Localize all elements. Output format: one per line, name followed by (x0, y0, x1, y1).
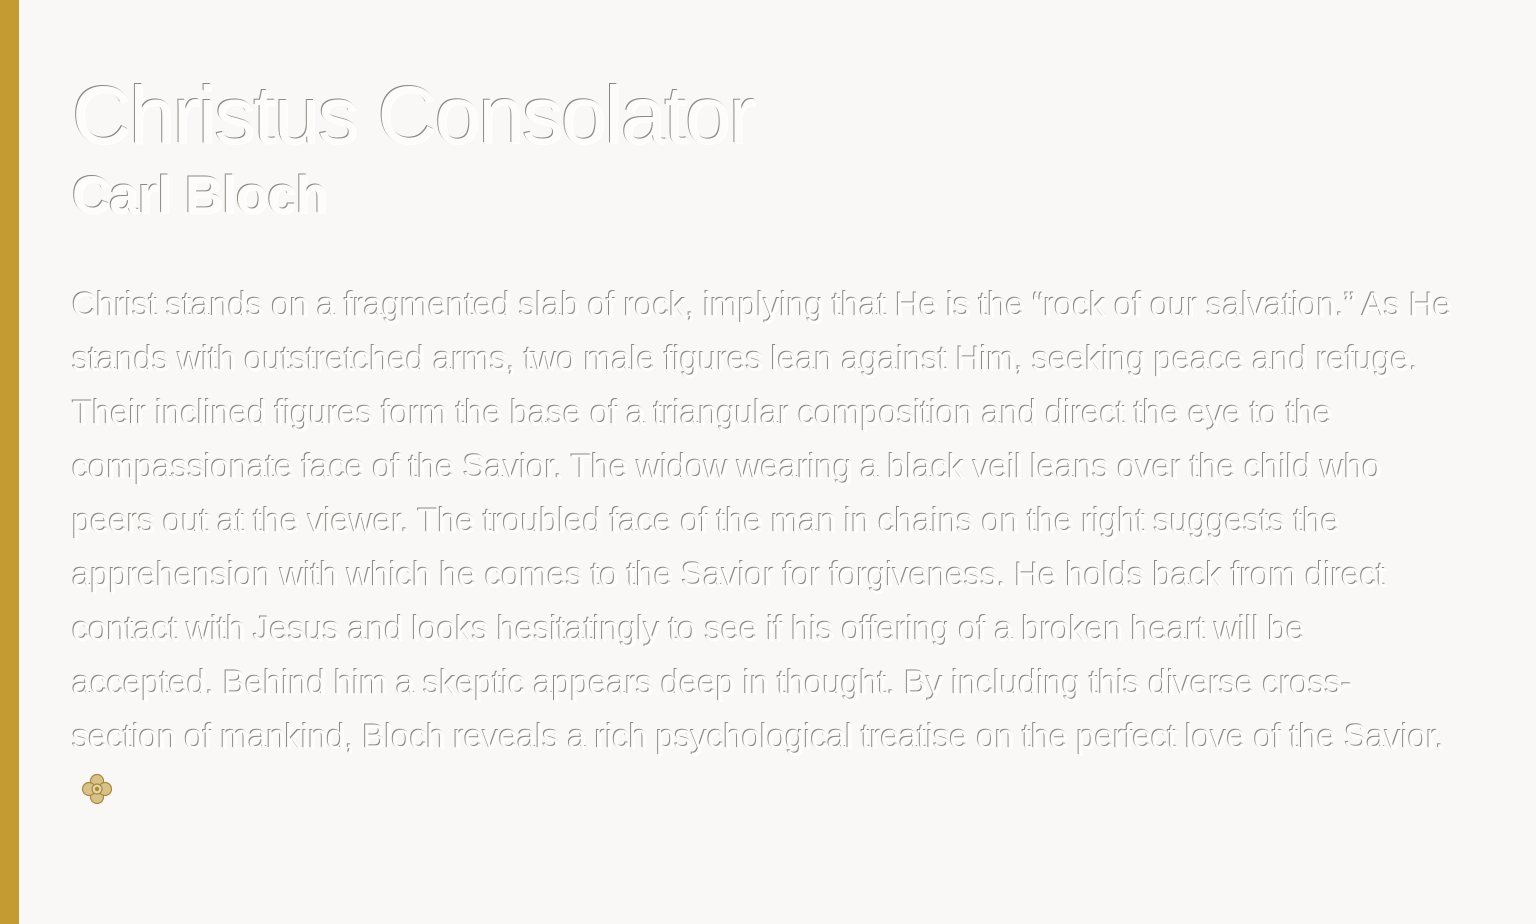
accent-sidebar-bar (0, 0, 19, 924)
artwork-panel: Christus Consolator Carl Bloch Christ st… (72, 70, 1462, 818)
quatrefoil-ornament-icon (80, 768, 114, 805)
artwork-description: Christ stands on a fragmented slab of ro… (72, 278, 1452, 818)
artist-name: Carl Bloch (72, 166, 328, 225)
artwork-title: Christus Consolator (72, 70, 756, 161)
artwork-description-text: Christ stands on a fragmented slab of ro… (72, 286, 1452, 756)
